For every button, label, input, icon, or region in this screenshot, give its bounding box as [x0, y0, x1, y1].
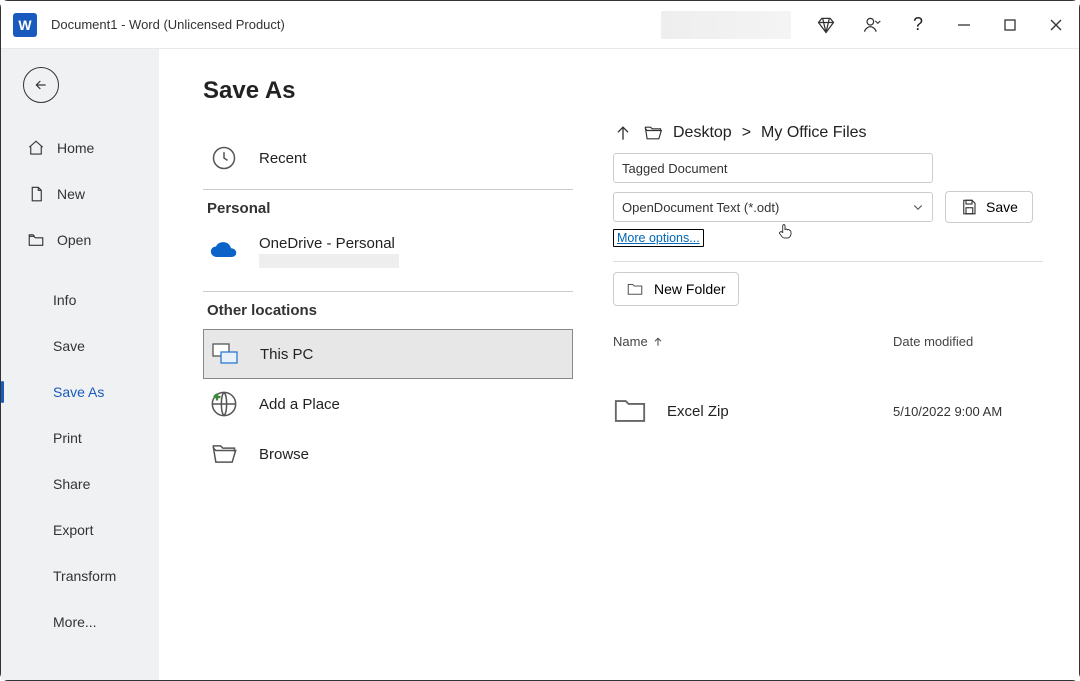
filetype-value: OpenDocument Text (*.odt): [622, 200, 779, 215]
nav-save[interactable]: Save: [1, 323, 159, 369]
window-title: Document1 - Word (Unlicensed Product): [51, 17, 285, 32]
location-recent-label: Recent: [259, 150, 307, 167]
location-browse-label: Browse: [259, 446, 309, 463]
new-folder-label: New Folder: [654, 281, 726, 297]
this-pc-icon: [210, 339, 240, 369]
filename-input[interactable]: [613, 153, 933, 183]
file-name: Excel Zip: [667, 403, 893, 420]
location-add-place-label: Add a Place: [259, 396, 340, 413]
location-add-place[interactable]: Add a Place: [203, 379, 573, 429]
nav-new[interactable]: New: [1, 171, 159, 217]
location-this-pc[interactable]: This PC: [203, 329, 573, 379]
premium-icon[interactable]: [803, 1, 849, 49]
locations-column: Save As Recent Personal OneDrive - Perso…: [203, 77, 573, 660]
nav-info[interactable]: Info: [1, 277, 159, 323]
maximize-button[interactable]: [987, 1, 1033, 49]
nav-export[interactable]: Export: [1, 507, 159, 553]
back-button[interactable]: [23, 67, 59, 103]
filetype-select[interactable]: OpenDocument Text (*.odt): [613, 192, 933, 222]
save-button[interactable]: Save: [945, 191, 1033, 223]
browse-folder-icon: [209, 439, 239, 469]
file-column: Desktop > My Office Files OpenDocument T…: [573, 77, 1043, 660]
column-date[interactable]: Date modified: [893, 334, 1043, 349]
new-folder-icon: [626, 281, 644, 297]
chevron-down-icon: [912, 201, 924, 213]
nav-home-label: Home: [57, 140, 94, 156]
location-onedrive[interactable]: OneDrive - Personal: [203, 227, 573, 285]
titlebar: W Document1 - Word (Unlicensed Product) …: [1, 1, 1079, 49]
word-app-icon: W: [13, 13, 37, 37]
file-row[interactable]: Excel Zip 5/10/2022 9:00 AM: [613, 397, 1043, 425]
nav-print[interactable]: Print: [1, 415, 159, 461]
file-list-header: Name Date modified: [613, 334, 1043, 349]
onedrive-account: [259, 254, 399, 268]
nav-more[interactable]: More...: [1, 599, 159, 645]
save-button-label: Save: [986, 199, 1018, 215]
user-icon[interactable]: [849, 1, 895, 49]
close-button[interactable]: [1033, 1, 1079, 49]
clock-icon: [209, 143, 239, 173]
folder-icon: [613, 397, 649, 425]
location-onedrive-label: OneDrive - Personal: [259, 235, 399, 252]
backstage-sidebar: Home New Open Info Save Save As Print Sh…: [1, 49, 159, 680]
location-this-pc-label: This PC: [260, 346, 313, 363]
path-part-2[interactable]: My Office Files: [761, 124, 867, 142]
new-folder-button[interactable]: New Folder: [613, 272, 739, 306]
column-name[interactable]: Name: [613, 334, 893, 349]
save-icon: [960, 198, 978, 216]
nav-share[interactable]: Share: [1, 461, 159, 507]
sort-up-icon: [652, 336, 664, 348]
page-title: Save As: [203, 77, 573, 105]
nav-open[interactable]: Open: [1, 217, 159, 263]
onedrive-icon: [209, 235, 239, 265]
cursor-hand-icon: [776, 222, 794, 240]
minimize-button[interactable]: [941, 1, 987, 49]
help-button[interactable]: ?: [895, 1, 941, 49]
add-place-icon: [209, 389, 239, 419]
nav-save-as[interactable]: Save As: [1, 369, 159, 415]
up-arrow-icon[interactable]: [613, 123, 633, 143]
nav-home[interactable]: Home: [1, 125, 159, 171]
nav-new-label: New: [57, 186, 85, 202]
location-browse[interactable]: Browse: [203, 429, 573, 479]
nav-transform[interactable]: Transform: [1, 553, 159, 599]
content-area: Save As Recent Personal OneDrive - Perso…: [159, 49, 1079, 680]
path-part-1[interactable]: Desktop: [673, 124, 732, 142]
nav-open-label: Open: [57, 232, 91, 248]
location-recent[interactable]: Recent: [203, 133, 573, 183]
file-date: 5/10/2022 9:00 AM: [893, 404, 1043, 419]
account-area[interactable]: [661, 11, 791, 39]
more-options-link[interactable]: More options...: [613, 229, 704, 247]
locations-personal-header: Personal: [207, 200, 573, 217]
path-separator: >: [742, 124, 751, 142]
breadcrumb[interactable]: Desktop > My Office Files: [613, 123, 1043, 143]
locations-other-header: Other locations: [207, 302, 573, 319]
folder-open-icon: [643, 123, 663, 143]
